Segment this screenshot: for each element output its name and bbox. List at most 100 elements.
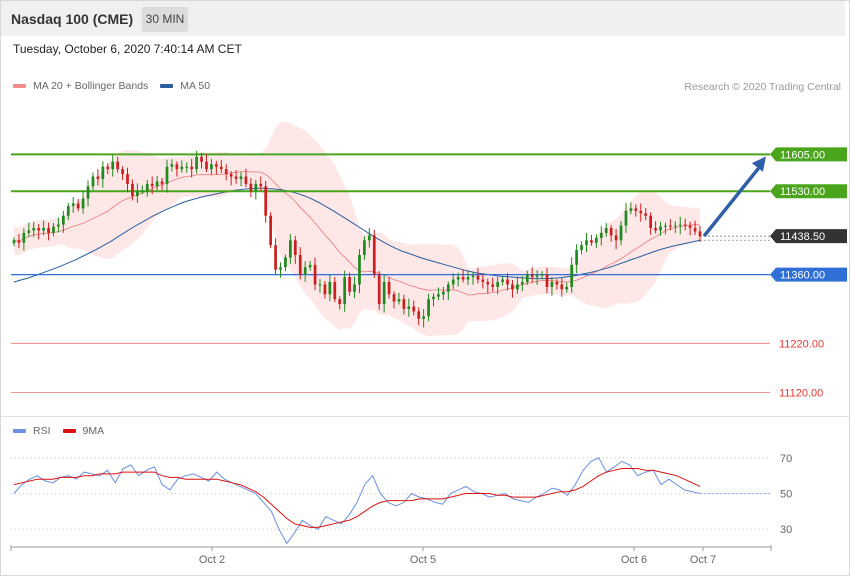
candle-body <box>210 164 213 170</box>
candle-body <box>634 208 638 211</box>
candle-body <box>624 210 628 226</box>
candle-body <box>683 224 687 226</box>
candle-body <box>160 181 164 184</box>
candle-body <box>96 176 100 179</box>
rsi-tick-50: 50 <box>780 489 792 501</box>
candle-body <box>466 277 470 280</box>
candle-body <box>432 296 435 300</box>
candle-body <box>91 176 95 187</box>
candle-body <box>348 277 351 292</box>
candle-body <box>437 294 440 297</box>
candle-body <box>649 215 653 229</box>
candle-body <box>372 235 376 275</box>
x-label-3: Oct 7 <box>690 554 716 566</box>
candle-body <box>491 284 495 287</box>
candle-body <box>456 277 460 280</box>
candle-body <box>180 166 184 170</box>
candle-body <box>461 277 465 280</box>
rsi-tick-30: 30 <box>780 524 792 536</box>
candle-body <box>402 299 406 309</box>
candle-body <box>407 306 411 309</box>
candle-body <box>264 186 268 216</box>
x-label-2: Oct 6 <box>621 554 647 566</box>
candle-body <box>427 299 430 317</box>
candle-body <box>550 281 554 287</box>
candle-body <box>659 226 662 231</box>
candle-body <box>47 228 50 233</box>
level-label-5: 11120.00 <box>779 387 823 399</box>
candle-body <box>338 299 342 305</box>
candle-body <box>289 240 292 258</box>
candle-body <box>476 275 480 280</box>
candle-body <box>693 228 697 232</box>
candle-body <box>61 215 65 225</box>
candle-body <box>121 169 124 175</box>
level-label-0: 11605.00 <box>780 149 825 161</box>
candle-body <box>205 161 208 170</box>
candle-body <box>318 284 322 286</box>
candle-body <box>116 161 119 170</box>
candle-body <box>27 230 31 233</box>
candle-body <box>639 210 643 214</box>
candle-body <box>229 174 233 177</box>
candle-body <box>511 284 514 290</box>
candle-body <box>560 284 564 290</box>
candle-body <box>516 284 519 290</box>
candle-body <box>195 156 198 170</box>
candle-body <box>32 228 36 231</box>
candle-body <box>525 274 529 282</box>
candle-body <box>313 264 317 285</box>
candle-body <box>190 166 194 170</box>
candle-body <box>570 264 574 287</box>
candle-body <box>66 205 70 216</box>
x-label-1: Oct 5 <box>410 554 436 566</box>
level-label-4: 11220.00 <box>779 338 824 350</box>
candle-body <box>604 228 608 233</box>
candle-body <box>279 267 282 270</box>
candle-body <box>580 245 583 251</box>
candle-body <box>471 275 475 278</box>
candle-body <box>545 274 549 287</box>
candle-body <box>136 191 139 197</box>
candle-body <box>481 279 485 282</box>
rsi-tick-70: 70 <box>780 453 792 465</box>
candle-body <box>358 255 361 285</box>
candle-body <box>219 166 223 170</box>
candle-body <box>555 281 559 285</box>
candle-body <box>224 169 228 175</box>
candle-body <box>57 224 60 227</box>
level-label-3: 11360.00 <box>780 270 825 282</box>
candle-body <box>575 250 578 265</box>
candle-body <box>126 174 129 184</box>
candle-body <box>293 240 297 255</box>
candle-body <box>165 166 169 184</box>
candle-body <box>397 299 401 302</box>
candle-body <box>323 284 327 295</box>
candle-body <box>52 226 55 233</box>
candle-body <box>101 166 105 179</box>
candle-body <box>170 164 174 167</box>
candle-body <box>86 186 90 199</box>
candle-body <box>37 228 41 231</box>
candle-body <box>446 284 450 292</box>
candle-body <box>644 213 648 216</box>
candle-body <box>417 311 421 319</box>
candle-body <box>530 274 534 278</box>
candle-body <box>392 294 396 302</box>
candle-body <box>269 215 272 246</box>
candle-body <box>609 228 613 236</box>
candle-body <box>111 161 115 170</box>
candle-body <box>585 240 588 246</box>
candle-body <box>486 281 490 285</box>
candle-body <box>382 281 386 305</box>
candle-body <box>200 156 203 162</box>
candle-body <box>175 164 179 170</box>
candle-body <box>303 267 307 275</box>
candle-body <box>343 277 347 305</box>
candle-body <box>239 176 243 179</box>
candle-body <box>387 281 391 295</box>
candle-body <box>244 176 248 184</box>
candle-body <box>12 240 16 244</box>
level-label-2: 11438.50 <box>780 231 825 243</box>
candle-body <box>678 224 682 226</box>
